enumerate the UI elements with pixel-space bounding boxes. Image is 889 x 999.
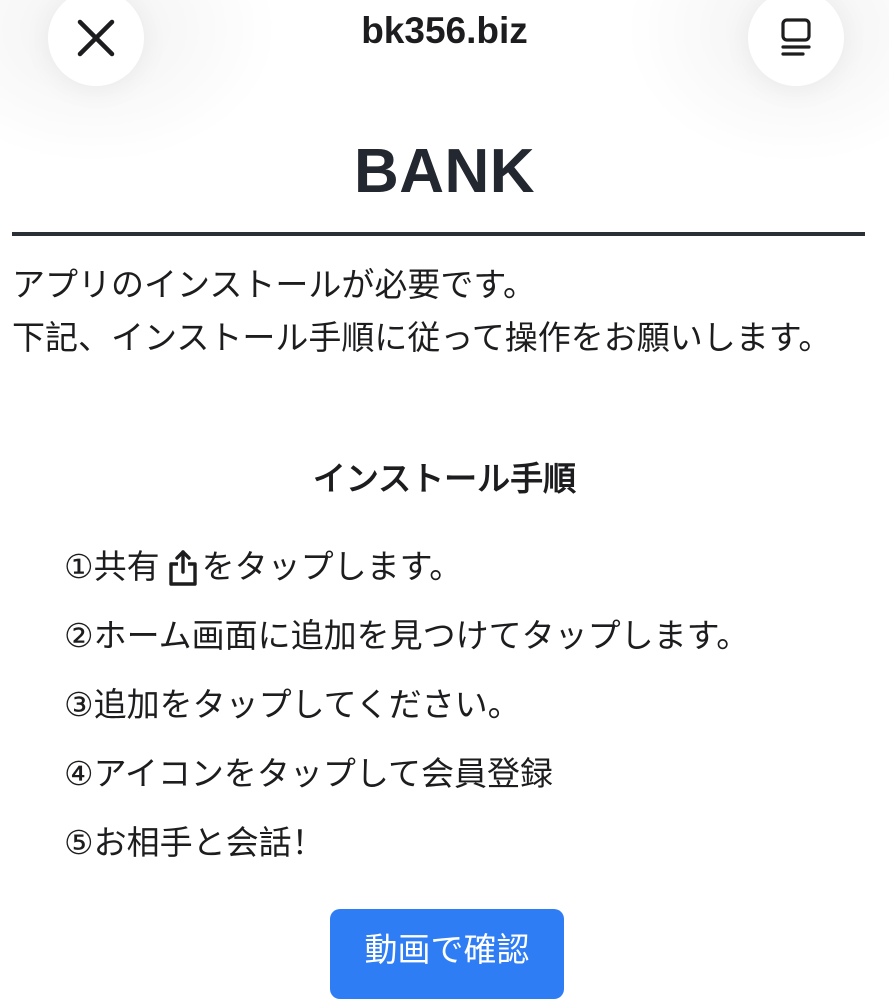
title-divider bbox=[12, 232, 865, 236]
step-text: ①共有 bbox=[64, 547, 160, 586]
tabs-overview-icon bbox=[781, 18, 811, 56]
instruction-steps: ①共有 をタップします。 ②ホーム画面に追加を見つけてタップします。 ③追加をタ… bbox=[64, 540, 749, 885]
share-icon bbox=[168, 548, 198, 602]
instruction-step: ②ホーム画面に追加を見つけてタップします。 bbox=[64, 616, 750, 655]
instruction-step: ⑤お相手と会話！ bbox=[64, 823, 325, 862]
instruction-step: ①共有 をタップします。 bbox=[64, 540, 749, 609]
install-notice-line: アプリのインストールが必要です。 bbox=[12, 265, 537, 304]
page-title: BANK bbox=[353, 137, 536, 206]
watch-video-button[interactable]: 動画で確認 bbox=[330, 909, 564, 999]
install-notice: アプリのインストールが必要です。 下記、インストール手順に従って操作をお願いしま… bbox=[12, 258, 842, 364]
instructions-heading: インストール手順 bbox=[312, 459, 577, 498]
instruction-step: ③追加をタップしてください。 bbox=[64, 685, 521, 724]
step-text: をタップします。 bbox=[201, 547, 463, 586]
install-notice-line: 下記、インストール手順に従って操作をお願いします。 bbox=[12, 318, 832, 357]
instruction-step: ④アイコンをタップして会員登録 bbox=[64, 754, 553, 793]
